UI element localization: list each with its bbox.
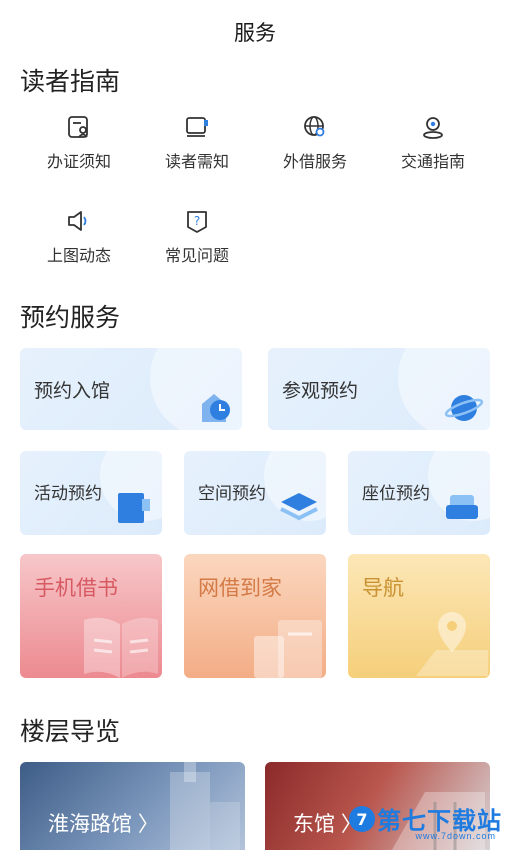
guide-item-label: 外借服务: [282, 154, 347, 171]
site-watermark: 7 第七下载站 www.7down.com: [347, 801, 502, 841]
guide-item-label: 交通指南: [400, 154, 465, 171]
card-label: 座位预约: [362, 484, 430, 503]
page-title: 服务: [234, 22, 276, 45]
card-label: 空间预约: [198, 484, 266, 503]
watermark-logo-icon: 7: [349, 805, 375, 832]
guide-item-transport[interactable]: 交通指南: [374, 110, 492, 174]
guide-item-lending[interactable]: 外借服务: [256, 110, 374, 174]
guide-item-label: 读者需知: [164, 154, 229, 171]
speaker-icon: [68, 211, 87, 231]
card-home-delivery[interactable]: 网借到家: [184, 554, 326, 678]
location-pin-icon: [423, 117, 443, 139]
floor-card-huaihai[interactable]: 淮海路馆 〉: [20, 762, 245, 850]
card-activity-reservation[interactable]: 活动预约: [20, 451, 162, 535]
card-label: 网借到家: [198, 577, 282, 600]
planet-icon: [444, 395, 484, 421]
card-label: 参观预约: [282, 381, 359, 402]
card-space-reservation[interactable]: 空间预约: [184, 451, 326, 535]
floor-guide-title: 楼层导览: [20, 718, 121, 746]
svg-text:?: ?: [194, 214, 200, 228]
card-mobile-borrow[interactable]: 手机借书: [20, 554, 162, 678]
guide-item-card-info[interactable]: 办证须知: [20, 110, 138, 174]
card-navigation[interactable]: 导航: [348, 554, 490, 678]
delivery-box-icon: [254, 620, 322, 678]
book-bookmark-icon: [118, 493, 150, 523]
card-entry-reservation[interactable]: 预约入馆: [20, 348, 242, 430]
guide-item-reader-notice[interactable]: 读者需知: [138, 110, 256, 174]
watermark-url: www.7down.com: [415, 831, 496, 841]
card-label: 导航: [362, 577, 404, 600]
open-book-icon: [84, 617, 158, 678]
question-icon: ?: [187, 211, 207, 233]
building-clock-icon: [202, 394, 230, 422]
card-seat-reservation[interactable]: 座位预约: [348, 451, 490, 535]
card-label: 活动预约: [34, 484, 102, 503]
guide-item-faq[interactable]: ? 常见问题: [138, 204, 256, 268]
globe-search-icon: [304, 116, 325, 137]
notice-board-icon: [186, 117, 208, 137]
layers-icon: [280, 493, 318, 521]
guide-item-label: 办证须知: [46, 154, 111, 171]
guide-item-news[interactable]: 上图动态: [20, 204, 138, 268]
sofa-icon: [446, 495, 478, 519]
reader-guide-title: 读者指南: [20, 68, 121, 96]
svg-text:7: 7: [356, 810, 367, 829]
map-pin-icon: [416, 612, 488, 676]
card-label: 预约入馆: [34, 381, 111, 402]
guide-item-label: 上图动态: [46, 248, 111, 265]
floor-card-label: 淮海路馆 〉: [48, 813, 159, 836]
reservation-title: 预约服务: [20, 304, 121, 332]
card-visit-reservation[interactable]: 参观预约: [268, 348, 490, 430]
guide-item-label: 常见问题: [164, 248, 229, 265]
top-bar: 服务: [0, 0, 510, 64]
card-label: 手机借书: [34, 577, 118, 600]
id-card-icon: [68, 116, 88, 138]
